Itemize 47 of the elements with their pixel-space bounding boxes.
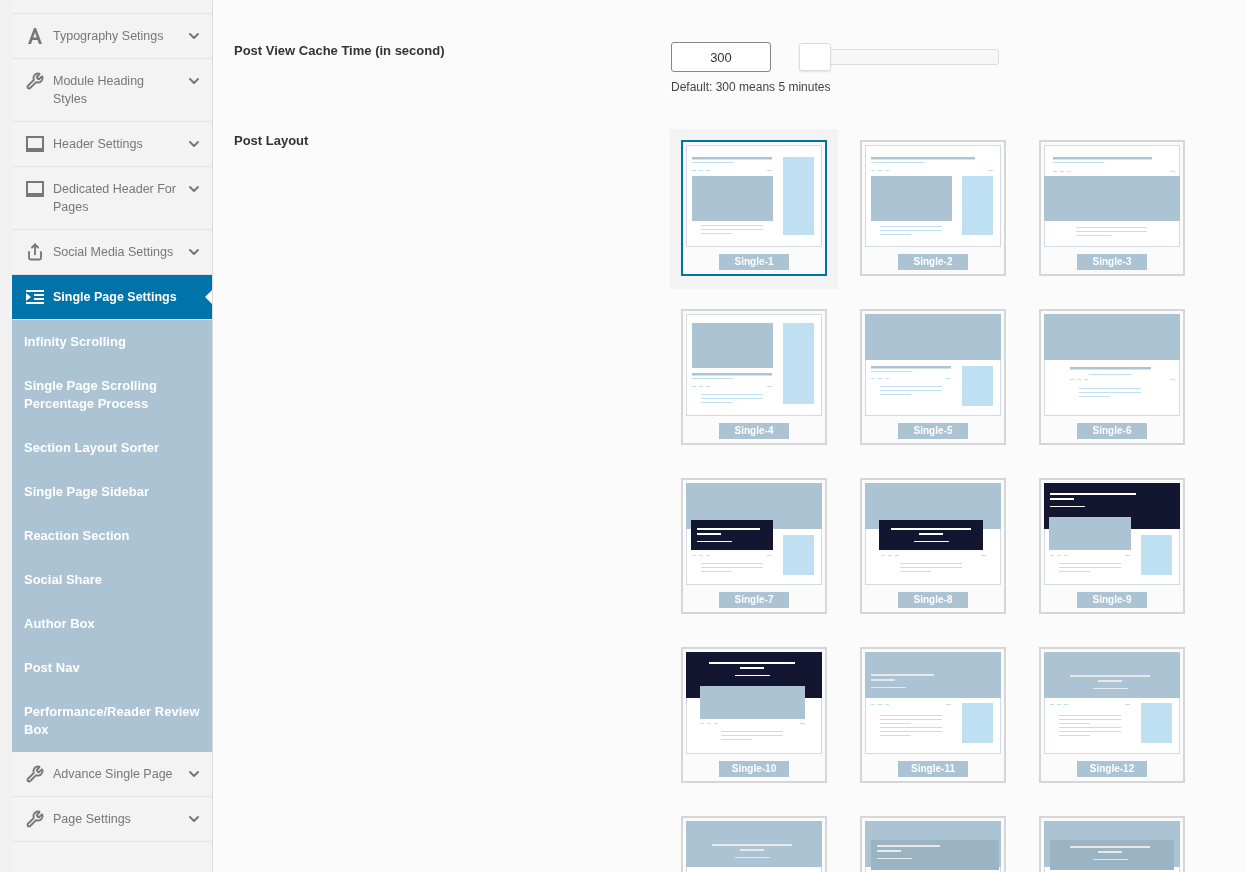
slider[interactable]	[799, 43, 999, 71]
layout-label: Single-10	[719, 761, 789, 777]
layout-option[interactable]: Single-2	[860, 140, 1006, 276]
field-label: Post View Cache Time (in second)	[234, 42, 446, 60]
field-label: Post Layout	[234, 132, 310, 150]
submenu-item[interactable]: Single Page Sidebar	[12, 470, 212, 514]
layout-option[interactable]: Single-1	[681, 140, 827, 276]
layout-label: Single-7	[719, 592, 789, 608]
layout-option[interactable]: Single-12	[1039, 647, 1185, 783]
wrench-icon	[26, 810, 44, 828]
layout-label: Single-12	[1077, 761, 1147, 777]
submenu-item[interactable]: Performance/Reader Review Box	[12, 690, 212, 752]
submenu-item[interactable]: Author Box	[12, 602, 212, 646]
layout-label: Single-6	[1077, 423, 1147, 439]
field-hint: Default: 300 means 5 minutes	[671, 80, 832, 94]
layout-option[interactable]: Single-9	[1039, 478, 1185, 614]
layout-option[interactable]: Single-4	[681, 309, 827, 445]
layout-label: Single-2	[898, 254, 968, 270]
letter-a-icon	[26, 27, 44, 45]
wrench-icon	[26, 765, 44, 783]
layout-option[interactable]: Single-7	[681, 478, 827, 614]
layout-label: Single-8	[898, 592, 968, 608]
submenu-item[interactable]: Infinity Scrolling	[12, 320, 212, 364]
layout-label: Single-5	[898, 423, 968, 439]
wrench-icon	[26, 72, 44, 90]
submenu-item[interactable]: Social Share	[12, 558, 212, 602]
monitor-icon	[26, 180, 44, 198]
submenu-item[interactable]: Post Nav	[12, 646, 212, 690]
layout-option[interactable]: Single-3	[1039, 140, 1185, 276]
layout-option[interactable]: Single-10	[681, 647, 827, 783]
monitor-icon	[26, 135, 44, 153]
layout-label: Single-1	[719, 254, 789, 270]
layout-option[interactable]: Single-6	[1039, 309, 1185, 445]
layout-label: Single-9	[1077, 592, 1147, 608]
number-field[interactable]: 300	[671, 42, 771, 72]
layout-label: Single-11	[898, 761, 968, 777]
sidebar-item[interactable]: Single Page Settings	[12, 275, 212, 320]
submenu-item[interactable]: Reaction Section	[12, 514, 212, 558]
indent-icon	[26, 288, 44, 306]
submenu-item[interactable]: Single Page Scrolling Percentage Process	[12, 364, 212, 426]
layout-option[interactable]: Single-11	[860, 647, 1006, 783]
layout-label: Single-3	[1077, 254, 1147, 270]
submenu-item[interactable]: Section Layout Sorter	[12, 426, 212, 470]
share-icon	[26, 243, 44, 261]
layout-option[interactable]: Single-5	[860, 309, 1006, 445]
layout-label: Single-4	[719, 423, 789, 439]
layout-option[interactable]: Single-8	[860, 478, 1006, 614]
